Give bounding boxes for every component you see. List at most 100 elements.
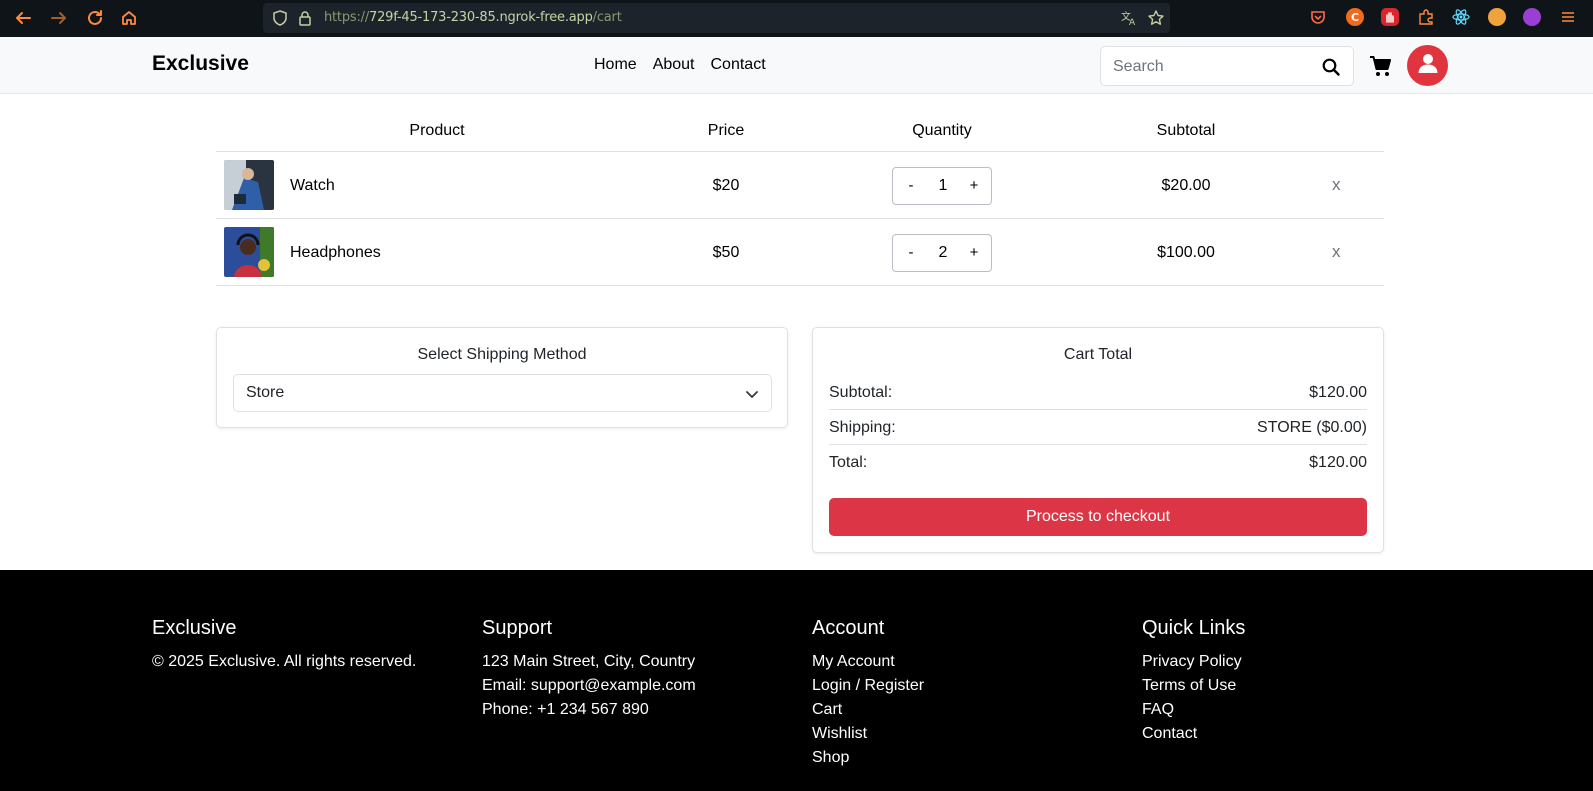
footer-link-my-account[interactable]: My Account bbox=[812, 650, 924, 674]
extension-purple-icon[interactable] bbox=[1523, 8, 1541, 26]
shipping-method-select[interactable]: Store bbox=[233, 374, 772, 412]
svg-text:C: C bbox=[1351, 11, 1359, 24]
subtotal-row: Subtotal: $120.00 bbox=[829, 375, 1367, 410]
product-image-watch[interactable] bbox=[224, 160, 274, 210]
table-header: Product Price Quantity Subtotal bbox=[216, 112, 1384, 152]
footer-quick-links-title: Quick Links bbox=[1142, 617, 1246, 639]
svg-text:A: A bbox=[1129, 18, 1136, 27]
translate-icon[interactable]: 文A bbox=[1120, 9, 1138, 32]
quantity-value: 2 bbox=[938, 244, 948, 261]
search-icon[interactable] bbox=[1321, 57, 1341, 77]
remove-item-button[interactable]: x bbox=[1332, 242, 1341, 262]
column-header-price: Price bbox=[707, 122, 745, 139]
home-icon[interactable] bbox=[117, 6, 141, 30]
footer-account-column: Account My Account Login / Register Cart… bbox=[812, 617, 924, 770]
user-avatar[interactable] bbox=[1407, 45, 1448, 86]
shipping-value: STORE ($0.00) bbox=[1257, 419, 1367, 436]
pocket-icon[interactable] bbox=[1309, 8, 1327, 26]
footer-quick-links-column: Quick Links Privacy Policy Terms of Use … bbox=[1142, 617, 1245, 746]
search-input[interactable] bbox=[1113, 56, 1313, 78]
shipping-method-selected: Store bbox=[246, 384, 285, 401]
shield-icon[interactable] bbox=[272, 10, 288, 31]
product-subtotal: $100.00 bbox=[1157, 244, 1215, 261]
column-header-subtotal: Subtotal bbox=[1156, 122, 1216, 139]
quantity-value: 1 bbox=[938, 177, 948, 194]
cart-total-title: Cart Total bbox=[1063, 346, 1133, 363]
remove-item-button[interactable]: x bbox=[1332, 175, 1341, 195]
footer-address: 123 Main Street, City, Country bbox=[482, 653, 696, 670]
total-value: $120.00 bbox=[1309, 454, 1367, 471]
footer-link-contact[interactable]: Contact bbox=[1142, 722, 1245, 746]
footer-link-wishlist[interactable]: Wishlist bbox=[812, 722, 924, 746]
increase-quantity-button[interactable]: + bbox=[964, 244, 984, 261]
nav-contact-link[interactable]: Contact bbox=[711, 56, 766, 74]
footer-link-terms-of-use[interactable]: Terms of Use bbox=[1142, 674, 1245, 698]
cart-table: Product Price Quantity Subtotal Watch $2… bbox=[216, 112, 1384, 286]
nav-about-link[interactable]: About bbox=[653, 56, 695, 74]
product-name[interactable]: Watch bbox=[290, 177, 335, 195]
url-bar[interactable]: https://729f-45-173-230-85.ngrok-free.ap… bbox=[263, 3, 1170, 33]
footer-phone[interactable]: Phone: +1 234 567 890 bbox=[482, 698, 696, 722]
product-name[interactable]: Headphones bbox=[290, 244, 381, 262]
footer-link-faq[interactable]: FAQ bbox=[1142, 698, 1245, 722]
search-box bbox=[1100, 46, 1354, 86]
bookmark-star-icon[interactable] bbox=[1147, 9, 1165, 32]
footer-link-privacy-policy[interactable]: Privacy Policy bbox=[1142, 650, 1245, 674]
shipping-method-card: Select Shipping Method Store bbox=[216, 327, 788, 428]
url-path: /cart bbox=[592, 10, 622, 25]
footer-link-login-register[interactable]: Login / Register bbox=[812, 674, 924, 698]
quantity-stepper: - 2 + bbox=[892, 234, 992, 272]
product-price: $50 bbox=[712, 244, 740, 261]
footer-email[interactable]: Email: support@example.com bbox=[482, 674, 696, 698]
footer-copyright: © 2025 Exclusive. All rights reserved. bbox=[152, 653, 417, 670]
browser-toolbar: https://729f-45-173-230-85.ngrok-free.ap… bbox=[0, 0, 1593, 37]
url-text: https://729f-45-173-230-85.ngrok-free.ap… bbox=[324, 10, 622, 25]
shipping-label: Shipping: bbox=[829, 419, 896, 436]
brand-logo[interactable]: Exclusive bbox=[152, 52, 249, 76]
subtotal-value: $120.00 bbox=[1309, 384, 1367, 401]
decrease-quantity-button[interactable]: - bbox=[901, 244, 921, 261]
nav-home-link[interactable]: Home bbox=[594, 56, 637, 74]
cart-icon[interactable] bbox=[1369, 54, 1393, 78]
site-footer: Exclusive © 2025 Exclusive. All rights r… bbox=[0, 570, 1593, 791]
forward-icon[interactable] bbox=[47, 6, 71, 30]
menu-icon[interactable] bbox=[1559, 8, 1577, 26]
footer-support-column: Support 123 Main Street, City, Country E… bbox=[482, 617, 696, 722]
shipping-row: Shipping: STORE ($0.00) bbox=[829, 410, 1367, 445]
url-host: 729f-45-173-230-85.ngrok-free.app bbox=[369, 10, 593, 25]
user-icon bbox=[1417, 52, 1439, 79]
footer-brand-title: Exclusive bbox=[152, 617, 237, 639]
total-label: Total: bbox=[829, 454, 868, 471]
footer-account-title: Account bbox=[812, 617, 885, 639]
url-protocol: https:// bbox=[324, 10, 369, 25]
lock-icon[interactable] bbox=[298, 10, 312, 31]
shipping-card-title: Select Shipping Method bbox=[417, 346, 587, 363]
back-icon[interactable] bbox=[11, 6, 35, 30]
increase-quantity-button[interactable]: + bbox=[964, 177, 984, 194]
cart-total-card: Cart Total Subtotal: $120.00 Shipping: S… bbox=[812, 327, 1384, 553]
checkout-button[interactable]: Process to checkout bbox=[829, 498, 1367, 536]
subtotal-label: Subtotal: bbox=[829, 384, 893, 401]
extension-hand-icon[interactable] bbox=[1381, 8, 1399, 26]
profile-extension-icon[interactable] bbox=[1488, 8, 1506, 26]
product-image-headphones[interactable] bbox=[224, 227, 274, 277]
puzzle-icon[interactable] bbox=[1417, 8, 1435, 26]
site-header: Exclusive Home About Contact bbox=[0, 37, 1593, 94]
column-header-product: Product bbox=[409, 122, 465, 139]
footer-link-shop[interactable]: Shop bbox=[812, 746, 924, 770]
react-devtools-icon[interactable] bbox=[1452, 8, 1470, 26]
decrease-quantity-button[interactable]: - bbox=[901, 177, 921, 194]
chevron-down-icon bbox=[745, 387, 759, 401]
main-nav: Home About Contact bbox=[594, 56, 782, 74]
product-subtotal: $20.00 bbox=[1161, 177, 1211, 194]
total-row: Total: $120.00 bbox=[829, 445, 1367, 480]
footer-support-title: Support bbox=[482, 617, 553, 639]
cart-row-headphones: Headphones $50 - 2 + $100.00 x bbox=[216, 219, 1384, 286]
footer-brand-column: Exclusive © 2025 Exclusive. All rights r… bbox=[152, 617, 416, 674]
reload-icon[interactable] bbox=[83, 6, 107, 30]
footer-link-cart[interactable]: Cart bbox=[812, 698, 924, 722]
cart-row-watch: Watch $20 - 1 + $20.00 x bbox=[216, 152, 1384, 219]
quantity-stepper: - 1 + bbox=[892, 167, 992, 205]
product-price: $20 bbox=[712, 177, 740, 194]
extension-c-icon[interactable]: C bbox=[1346, 8, 1364, 26]
